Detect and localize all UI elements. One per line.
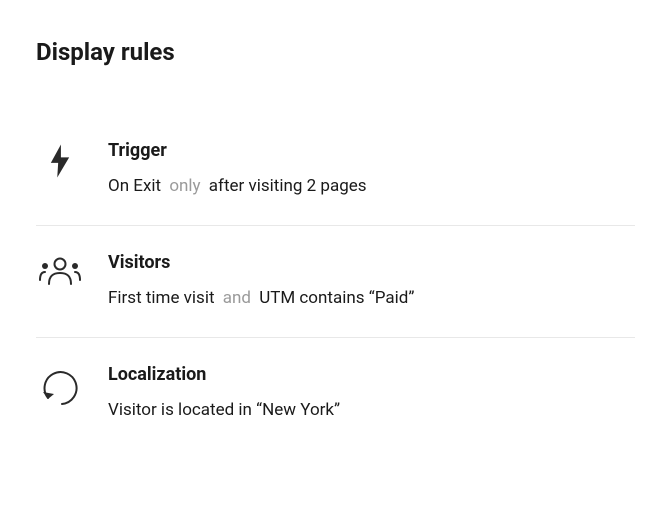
rule-localization-content: Localization Visitor is located in “New …	[108, 364, 635, 423]
rule-trigger-description: On Exit only after visiting 2 pages	[108, 175, 635, 199]
rule-trigger-connector: only	[169, 176, 200, 196]
display-rules-panel: Display rules Trigger On Exit only after…	[0, 0, 671, 486]
rule-visitors-part1: First time visit	[108, 288, 215, 308]
rule-localization[interactable]: Localization Visitor is located in “New …	[36, 338, 635, 449]
rule-visitors-connector: and	[223, 288, 251, 308]
rule-visitors-title: Visitors	[108, 252, 635, 273]
rule-localization-title: Localization	[108, 364, 635, 385]
people-icon	[36, 252, 84, 288]
undo-icon	[36, 364, 84, 408]
page-title: Display rules	[36, 38, 635, 66]
rule-localization-part1: Visitor is located in “New York”	[108, 400, 340, 420]
lightning-icon	[36, 140, 84, 178]
rule-trigger-part1: On Exit	[108, 176, 161, 196]
rule-trigger-content: Trigger On Exit only after visiting 2 pa…	[108, 140, 635, 199]
rule-localization-description: Visitor is located in “New York”	[108, 399, 635, 423]
rule-trigger-part2: after visiting 2 pages	[209, 176, 367, 196]
rule-visitors-description: First time visit and UTM contains “Paid”	[108, 287, 635, 311]
rule-visitors-part2: UTM contains “Paid”	[259, 288, 414, 308]
rule-trigger-title: Trigger	[108, 140, 635, 161]
rule-visitors-content: Visitors First time visit and UTM contai…	[108, 252, 635, 311]
rule-trigger[interactable]: Trigger On Exit only after visiting 2 pa…	[36, 114, 635, 226]
rule-visitors[interactable]: Visitors First time visit and UTM contai…	[36, 226, 635, 338]
